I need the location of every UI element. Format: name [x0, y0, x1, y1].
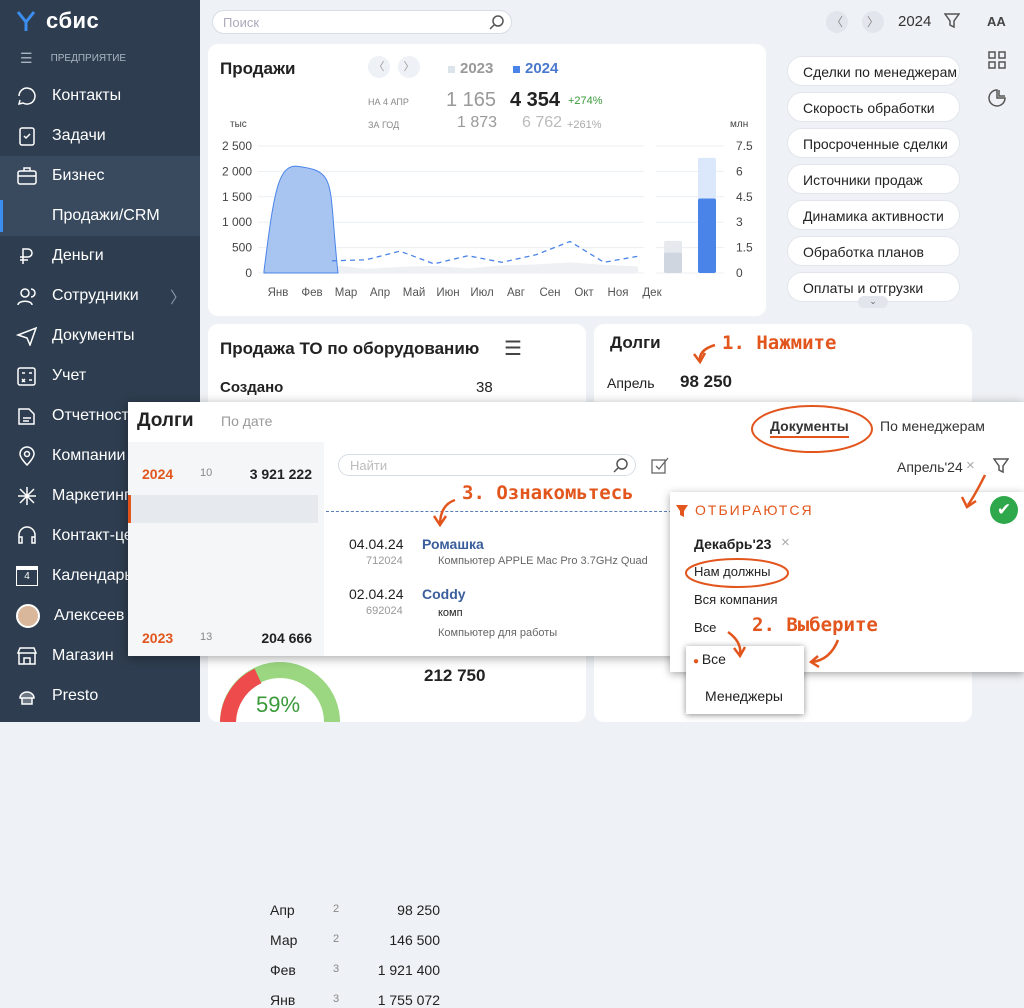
annotation-step-3: 3. Ознакомьтесь	[462, 482, 634, 504]
month-row[interactable]: Апр 2 98 250	[270, 902, 440, 918]
month-row[interactable]: Янв 3 1 755 072	[270, 992, 440, 1008]
month-row[interactable]: Мар 2 146 500	[270, 932, 440, 948]
month-row[interactable]: Фев 3 1 921 400	[270, 962, 440, 978]
annotation-step-1: 1. Нажмите	[722, 332, 837, 354]
annotation-step-2: 2. Выберите	[752, 614, 878, 636]
